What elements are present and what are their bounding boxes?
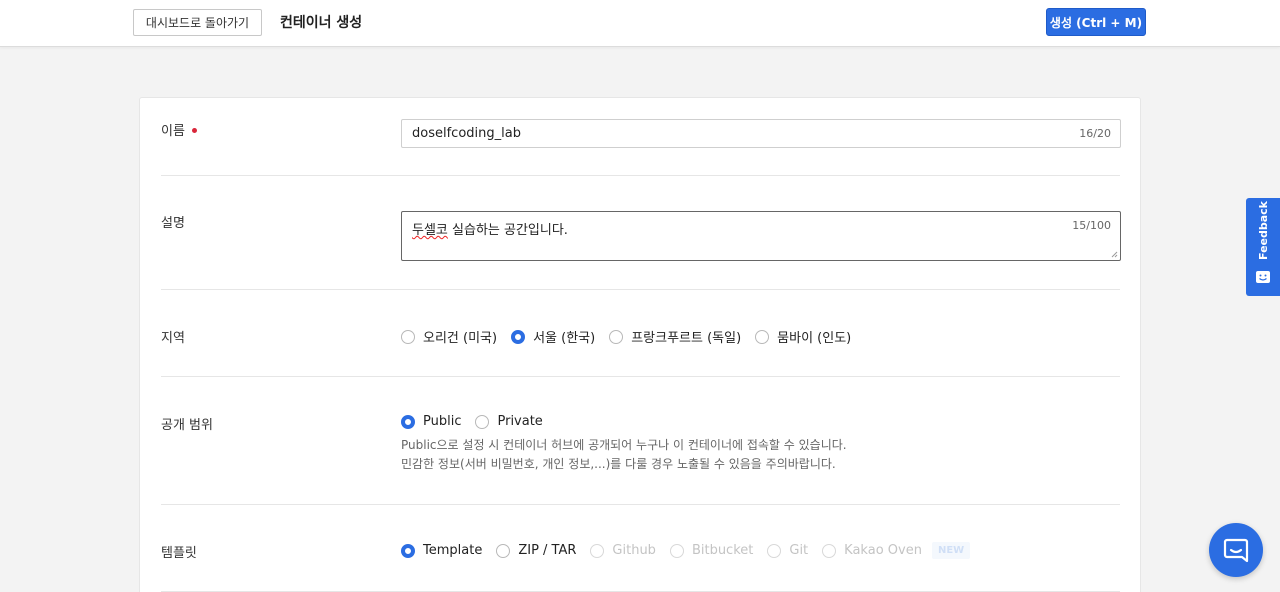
template-option-bitbucket: Bitbucket	[669, 543, 753, 558]
visibility-help-line-2: 민감한 정보(서버 비밀번호, 개인 정보,...)를 다룰 경우 노출될 수 …	[401, 457, 836, 471]
visibility-option-public[interactable]: Public	[401, 414, 461, 429]
name-row: 이름 doselfcoding_lab 16/20	[161, 98, 1121, 176]
radio-disabled-icon	[590, 543, 605, 558]
radio-disabled-icon	[822, 543, 837, 558]
visibility-help-text: Public으로 설정 시 컨테이너 허브에 공개되어 누구나 이 컨테이너에 …	[401, 436, 847, 474]
template-option-git: Git	[767, 543, 808, 558]
template-option-template[interactable]: Template	[401, 543, 482, 558]
chat-icon	[1223, 538, 1249, 563]
region-option-mumbai[interactable]: 뭄바이 (인도)	[755, 327, 851, 346]
required-dot-icon	[191, 128, 197, 133]
radio-icon[interactable]	[755, 329, 770, 344]
template-option-zip-tar[interactable]: ZIP / TAR	[496, 543, 576, 558]
resize-grip-icon[interactable]	[1111, 251, 1118, 258]
template-option-github: Github	[590, 543, 656, 558]
name-label: 이름	[161, 120, 197, 139]
visibility-radio-group: Public Private	[401, 414, 557, 429]
name-input-value: doselfcoding_lab	[412, 126, 521, 141]
description-text: 실습하는 공간입니다.	[447, 223, 568, 238]
visibility-row: 공개 범위 Public Private Public으로 설정 시 컨테이너 …	[161, 377, 1120, 505]
name-input[interactable]: doselfcoding_lab 16/20	[401, 119, 1121, 148]
template-radio-group: Template ZIP / TAR Github Bitbucket Git …	[401, 542, 971, 559]
region-option-seoul[interactable]: 서울 (한국)	[511, 327, 595, 346]
spellcheck-marked-word: 두셀코	[412, 223, 448, 238]
template-option-kakao-oven: Kakao Oven	[822, 543, 922, 558]
name-char-counter: 16/20	[1079, 127, 1111, 140]
description-textarea[interactable]: 두셀코 실습하는 공간입니다. 15/100	[401, 211, 1121, 261]
new-badge: NEW	[931, 542, 971, 559]
region-option-frankfurt[interactable]: 프랑크푸르트 (독일)	[609, 327, 741, 346]
chat-button[interactable]	[1209, 523, 1263, 577]
feedback-label: Feedback	[1257, 201, 1270, 260]
region-row: 지역 오리건 (미국) 서울 (한국) 프랑크푸르트 (독일) 뭄바이 (인도)	[161, 290, 1120, 377]
radio-disabled-icon	[767, 543, 782, 558]
visibility-option-private[interactable]: Private	[475, 414, 543, 429]
page-title: 컨테이너 생성	[280, 15, 363, 31]
form-card: 이름 doselfcoding_lab 16/20 설명 두셀코 실습하는 공간…	[139, 97, 1141, 592]
radio-disabled-icon	[669, 543, 684, 558]
description-row: 설명 두셀코 실습하는 공간입니다. 15/100	[161, 176, 1121, 290]
radio-icon[interactable]	[475, 414, 490, 429]
region-radio-group: 오리건 (미국) 서울 (한국) 프랑크푸르트 (독일) 뭄바이 (인도)	[401, 327, 865, 346]
smile-icon	[1256, 271, 1270, 283]
template-label: 템플릿	[161, 546, 197, 561]
create-button[interactable]: 생성 (Ctrl + M)	[1046, 8, 1146, 36]
top-bar: 대시보드로 돌아가기 컨테이너 생성 생성 (Ctrl + M)	[0, 0, 1280, 47]
radio-icon[interactable]	[496, 543, 511, 558]
region-option-oregon[interactable]: 오리건 (미국)	[401, 327, 497, 346]
description-char-counter: 15/100	[1072, 219, 1111, 232]
description-label: 설명	[161, 216, 185, 231]
radio-selected-icon[interactable]	[511, 329, 526, 344]
back-to-dashboard-button[interactable]: 대시보드로 돌아가기	[133, 9, 262, 36]
region-label: 지역	[161, 331, 185, 346]
radio-icon[interactable]	[609, 329, 624, 344]
template-row: 템플릿 Template ZIP / TAR Github Bitbucket …	[161, 505, 1120, 592]
feedback-tab[interactable]: Feedback	[1246, 198, 1280, 296]
radio-selected-icon[interactable]	[401, 543, 415, 558]
visibility-label: 공개 범위	[161, 418, 213, 433]
radio-selected-icon[interactable]	[401, 414, 415, 429]
radio-icon[interactable]	[401, 329, 415, 344]
visibility-help-line-1: Public으로 설정 시 컨테이너 허브에 공개되어 누구나 이 컨테이너에 …	[401, 438, 847, 452]
